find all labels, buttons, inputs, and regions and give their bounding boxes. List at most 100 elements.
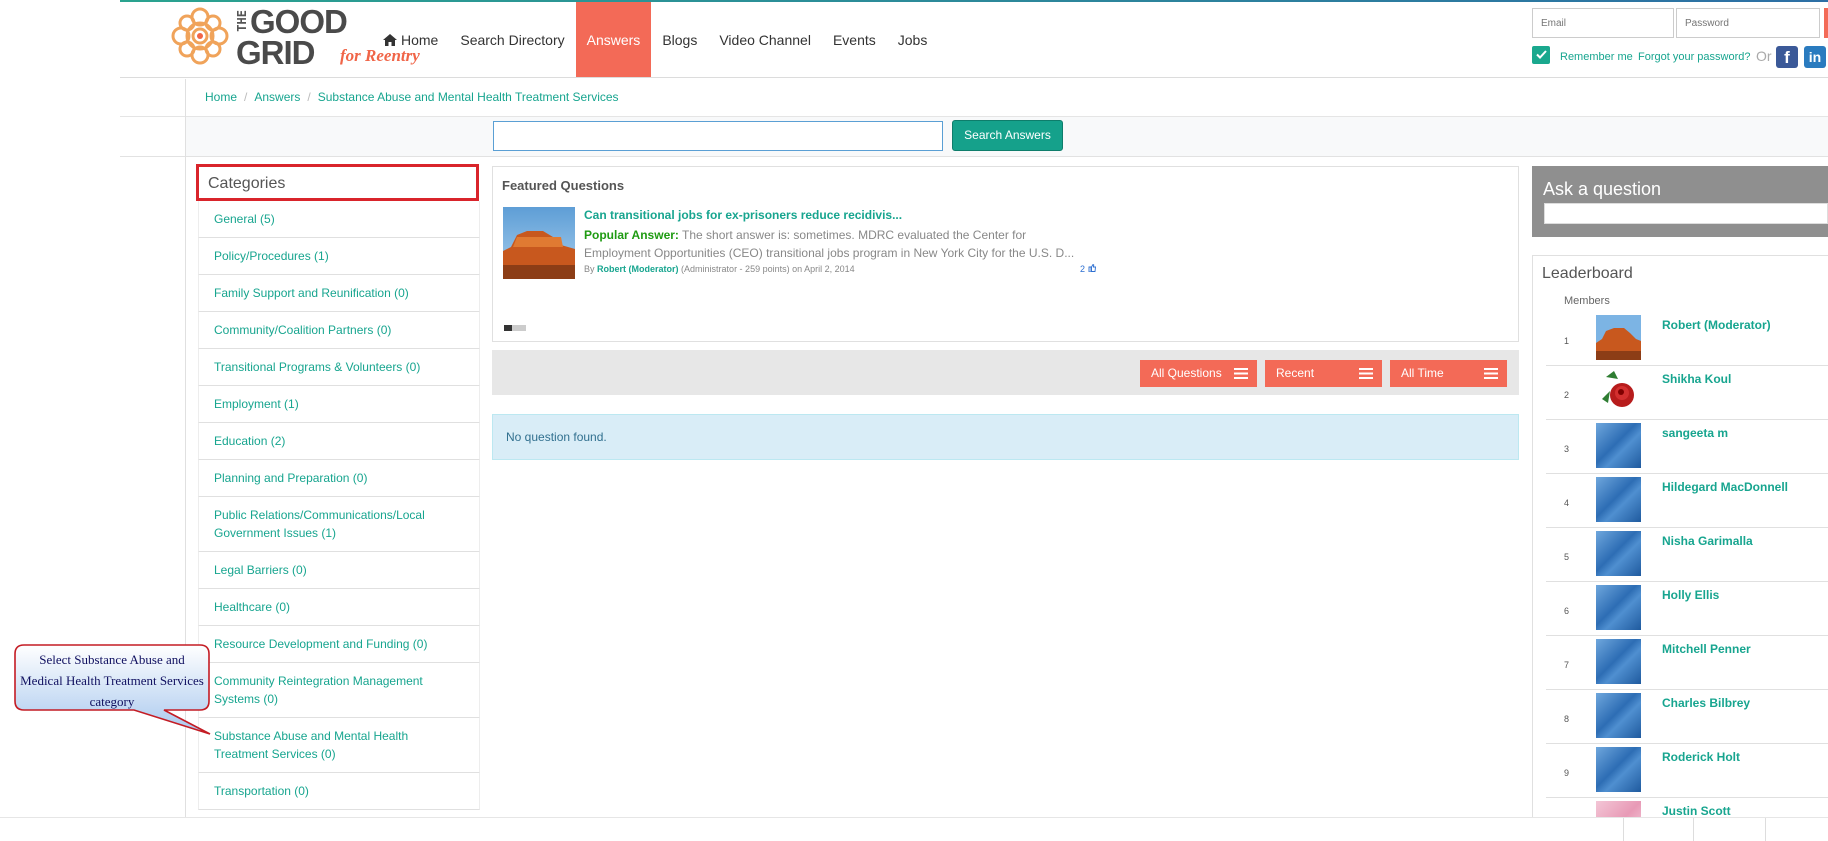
breadcrumb-answers[interactable]: Answers <box>254 90 300 104</box>
linkedin-icon[interactable]: in <box>1804 46 1826 68</box>
member-rank: 6 <box>1564 606 1570 616</box>
member-avatar[interactable] <box>1596 369 1641 414</box>
category-general[interactable]: General (5) <box>198 201 480 238</box>
no-question-alert: No question found. <box>492 414 1519 460</box>
category-education[interactable]: Education (2) <box>198 423 480 460</box>
featured-question-link[interactable]: Can transitional jobs for ex-prisoners r… <box>584 208 902 222</box>
leaderboard-row: 7 Mitchell Penner <box>1546 636 1828 690</box>
gutter-line <box>185 79 186 117</box>
nav-blogs[interactable]: Blogs <box>651 2 708 77</box>
member-rank: 9 <box>1564 768 1570 778</box>
member-avatar[interactable] <box>1596 747 1641 792</box>
member-name-link[interactable]: Shikha Koul <box>1662 372 1731 386</box>
leaderboard-row: 9 Roderick Holt <box>1546 744 1828 798</box>
member-avatar[interactable] <box>1596 477 1641 522</box>
left-padding <box>120 117 185 157</box>
home-icon <box>383 33 397 46</box>
ask-question-input[interactable] <box>1544 203 1828 224</box>
breadcrumb-home[interactable]: Home <box>205 90 237 104</box>
member-name-link[interactable]: Justin Scott <box>1662 804 1731 818</box>
breadcrumb-current[interactable]: Substance Abuse and Mental Health Treatm… <box>318 90 619 104</box>
member-avatar[interactable] <box>1596 531 1641 576</box>
forgot-password-link[interactable]: Forgot your password? <box>1638 51 1751 63</box>
recent-dropdown[interactable]: Recent <box>1265 360 1382 387</box>
leaderboard-list: 1 Robert (Moderator) 2 Shikha Koul 3 san… <box>1546 312 1828 840</box>
leaderboard-row: 1 Robert (Moderator) <box>1546 312 1828 366</box>
slider-active-dot <box>504 325 512 331</box>
member-name-link[interactable]: Robert (Moderator) <box>1662 318 1771 332</box>
menu-bars-icon <box>1234 368 1248 379</box>
categories-title: Categories <box>196 164 479 201</box>
nav-answers[interactable]: Answers <box>575 2 652 77</box>
category-list: General (5) Policy/Procedures (1) Family… <box>198 201 480 810</box>
member-rank: 5 <box>1564 552 1570 562</box>
featured-meta: By Robert (Moderator) (Administrator - 2… <box>584 264 855 274</box>
like-count-value: 2 <box>1080 264 1086 274</box>
member-name-link[interactable]: Nisha Garimalla <box>1662 534 1753 548</box>
leaderboard-row: 3 sangeeta m <box>1546 420 1828 474</box>
email-field[interactable] <box>1532 8 1674 38</box>
member-avatar[interactable] <box>1596 315 1641 360</box>
category-public-relations[interactable]: Public Relations/Communications/Local Go… <box>198 497 480 552</box>
leaderboard-row: 5 Nisha Garimalla <box>1546 528 1828 582</box>
member-rank: 4 <box>1564 498 1570 508</box>
featured-questions-panel: Featured Questions Can transitional jobs… <box>492 166 1519 342</box>
featured-answer: Popular Answer: The short answer is: som… <box>584 226 1084 262</box>
login-button[interactable] <box>1824 8 1828 38</box>
flower-logo-icon <box>171 7 229 65</box>
category-healthcare[interactable]: Healthcare (0) <box>198 589 480 626</box>
category-substance-abuse[interactable]: Substance Abuse and Mental Health Treatm… <box>198 718 480 773</box>
remember-me-label[interactable]: Remember me <box>1560 51 1633 63</box>
featured-question-thumbnail[interactable] <box>503 207 575 279</box>
leaderboard-row: 2 Shikha Koul <box>1546 366 1828 420</box>
leaderboard-row: 8 Charles Bilbrey <box>1546 690 1828 744</box>
member-name-link[interactable]: Charles Bilbrey <box>1662 696 1750 710</box>
category-community-reintegration[interactable]: Community Reintegration Management Syste… <box>198 663 480 718</box>
bottom-strip <box>0 817 1828 841</box>
nav-search-directory[interactable]: Search Directory <box>449 2 575 77</box>
leaderboard-row: 6 Holly Ellis <box>1546 582 1828 636</box>
nav-home[interactable]: Home <box>372 2 449 77</box>
member-name-link[interactable]: Hildegard MacDonnell <box>1662 480 1788 494</box>
nav-events[interactable]: Events <box>822 2 887 77</box>
member-avatar[interactable] <box>1596 585 1641 630</box>
page: THE GOOD GRID for Reentry Home Search Di… <box>0 0 1828 841</box>
member-name-link[interactable]: Holly Ellis <box>1662 588 1719 602</box>
leaderboard-title: Leaderboard <box>1542 265 1633 282</box>
thumbs-up-icon <box>1088 263 1096 273</box>
search-input[interactable] <box>493 121 943 151</box>
category-transportation[interactable]: Transportation (0) <box>198 773 480 810</box>
nav-jobs[interactable]: Jobs <box>887 2 939 77</box>
member-name-link[interactable]: sangeeta m <box>1662 426 1728 440</box>
member-name-link[interactable]: Mitchell Penner <box>1662 642 1751 656</box>
member-rank: 1 <box>1564 336 1570 346</box>
remember-me-checkbox[interactable] <box>1532 46 1550 64</box>
slider-indicator[interactable] <box>504 325 526 331</box>
author-meta: (Administrator - 259 points) <box>681 264 790 274</box>
nav-video-channel[interactable]: Video Channel <box>708 2 822 77</box>
password-field[interactable] <box>1676 8 1820 38</box>
all-time-dropdown[interactable]: All Time <box>1390 360 1507 387</box>
category-community-coalition[interactable]: Community/Coalition Partners (0) <box>198 312 480 349</box>
leaderboard-row: 4 Hildegard MacDonnell <box>1546 474 1828 528</box>
member-name-link[interactable]: Roderick Holt <box>1662 750 1740 764</box>
member-avatar[interactable] <box>1596 639 1641 684</box>
checkmark-icon <box>1535 50 1547 59</box>
category-legal-barriers[interactable]: Legal Barriers (0) <box>198 552 480 589</box>
featured-author-link[interactable]: Robert (Moderator) <box>597 264 679 274</box>
category-transitional-programs[interactable]: Transitional Programs & Volunteers (0) <box>198 349 480 386</box>
category-planning[interactable]: Planning and Preparation (0) <box>198 460 480 497</box>
like-count[interactable]: 2 <box>1080 263 1096 274</box>
all-questions-dropdown[interactable]: All Questions <box>1140 360 1257 387</box>
facebook-icon[interactable]: f <box>1776 46 1798 68</box>
search-answers-button[interactable]: Search Answers <box>952 120 1063 151</box>
member-avatar[interactable] <box>1596 693 1641 738</box>
popular-answer-label: Popular Answer: <box>584 228 679 242</box>
category-resource-development[interactable]: Resource Development and Funding (0) <box>198 626 480 663</box>
category-policy-procedures[interactable]: Policy/Procedures (1) <box>198 238 480 275</box>
featured-questions-title: Featured Questions <box>502 178 625 193</box>
category-family-support[interactable]: Family Support and Reunification (0) <box>198 275 480 312</box>
member-avatar[interactable] <box>1596 423 1641 468</box>
category-employment[interactable]: Employment (1) <box>198 386 480 423</box>
search-row: Search Answers <box>185 117 1828 157</box>
